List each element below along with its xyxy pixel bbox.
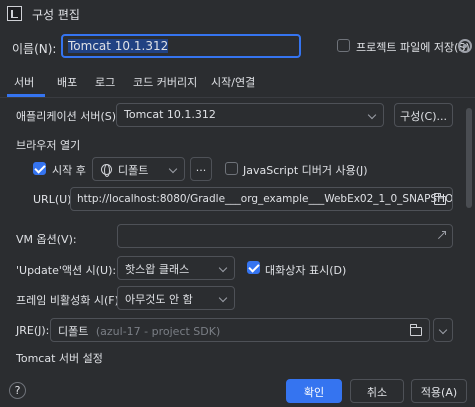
chevron-down-icon xyxy=(168,164,178,174)
chevron-down-icon xyxy=(438,325,448,335)
expand-icon[interactable] xyxy=(436,231,446,241)
folder-icon[interactable] xyxy=(434,193,446,205)
js-debugger-label: JavaScript 디버거 사용(J) xyxy=(243,164,368,177)
after-launch-checkbox[interactable] xyxy=(33,162,46,175)
update-action-label: 'Update'액션 시(U): xyxy=(16,264,117,277)
jre-dropdown-button[interactable] xyxy=(433,318,453,342)
browser-select[interactable]: 디폴트 xyxy=(92,157,185,181)
name-label: 이름(N): xyxy=(12,42,57,56)
frame-deactivation-label: 프레임 비활성화 시(F): xyxy=(16,294,123,307)
jre-value: 디폴트 xyxy=(58,325,89,338)
gear-icon[interactable] xyxy=(458,39,472,53)
frame-deactivation-value: 아무것도 안 함 xyxy=(125,293,193,306)
browser-value: 디폴트 xyxy=(118,164,149,177)
app-server-value: Tomcat 10.1.312 xyxy=(124,108,216,121)
app-icon xyxy=(7,6,22,21)
tomcat-settings-section-label: Tomcat 서버 설정 xyxy=(16,352,103,365)
jre-hint: (azul-17 - project SDK) xyxy=(95,325,221,338)
scrollbar[interactable] xyxy=(466,108,472,208)
apply-button[interactable]: 적용(A) xyxy=(411,379,467,403)
frame-deactivation-select[interactable]: 아무것도 안 함 xyxy=(117,286,235,310)
folder-icon[interactable] xyxy=(410,324,422,336)
window-title: 구성 편집 xyxy=(32,8,80,22)
url-input[interactable]: http://localhost:8080/Gradle___org_examp… xyxy=(70,187,453,211)
show-dialog-label: 대화상자 표시(D) xyxy=(265,264,347,277)
chevron-down-icon xyxy=(218,263,228,273)
vm-options-label: VM 옵션(V): xyxy=(16,233,77,246)
tab-code-coverage[interactable]: 코드 커버리지 xyxy=(133,74,197,90)
tab-startup-connection[interactable]: 시작/연결 xyxy=(211,74,255,90)
tab-server[interactable]: 서버 xyxy=(14,74,34,90)
url-value: http://localhost:8080/Gradle___org_examp… xyxy=(77,193,453,205)
update-action-value: 핫스왑 클래스 xyxy=(125,263,190,276)
store-as-project-file-label: 프로젝트 파일에 저장(S) xyxy=(356,41,470,54)
jre-label: JRE(J): xyxy=(16,324,50,337)
update-action-select[interactable]: 핫스왑 클래스 xyxy=(117,256,235,280)
tab-deployment[interactable]: 배포 xyxy=(57,74,77,90)
url-label: URL(U): xyxy=(33,193,76,206)
title-bar: 구성 편집 xyxy=(0,0,475,28)
show-dialog-checkbox[interactable] xyxy=(247,261,260,274)
app-server-label: 애플리케이션 서버(S): xyxy=(16,110,120,123)
ok-button[interactable]: 확인 xyxy=(286,379,342,403)
name-input-value: Tomcat 10.1.312 xyxy=(68,39,169,53)
jre-select[interactable]: 디폴트 (azul-17 - project SDK) xyxy=(50,318,430,342)
open-browser-section-label: 브라우저 열기 xyxy=(16,139,81,152)
browser-more-button[interactable]: ... xyxy=(190,157,212,181)
store-as-project-file-checkbox[interactable] xyxy=(337,39,350,52)
vm-options-input[interactable] xyxy=(117,224,453,248)
configure-button[interactable]: 구성(C)... xyxy=(394,103,453,127)
app-server-select[interactable]: Tomcat 10.1.312 xyxy=(116,103,384,127)
after-launch-label: 시작 후 xyxy=(52,164,86,177)
name-input[interactable]: Tomcat 10.1.312 xyxy=(61,34,301,58)
help-icon[interactable]: ? xyxy=(9,382,26,399)
cancel-button[interactable]: 취소 xyxy=(350,379,404,403)
js-debugger-checkbox[interactable] xyxy=(225,162,238,175)
server-tab-content: 애플리케이션 서버(S): Tomcat 10.1.312 구성(C)... 브… xyxy=(0,98,475,370)
chevron-down-icon xyxy=(218,293,228,303)
tab-bar: 서버 배포 로그 코드 커버리지 시작/연결 xyxy=(0,70,475,96)
chevron-down-icon xyxy=(367,110,377,120)
tab-logs[interactable]: 로그 xyxy=(95,74,115,90)
globe-icon xyxy=(101,164,112,177)
